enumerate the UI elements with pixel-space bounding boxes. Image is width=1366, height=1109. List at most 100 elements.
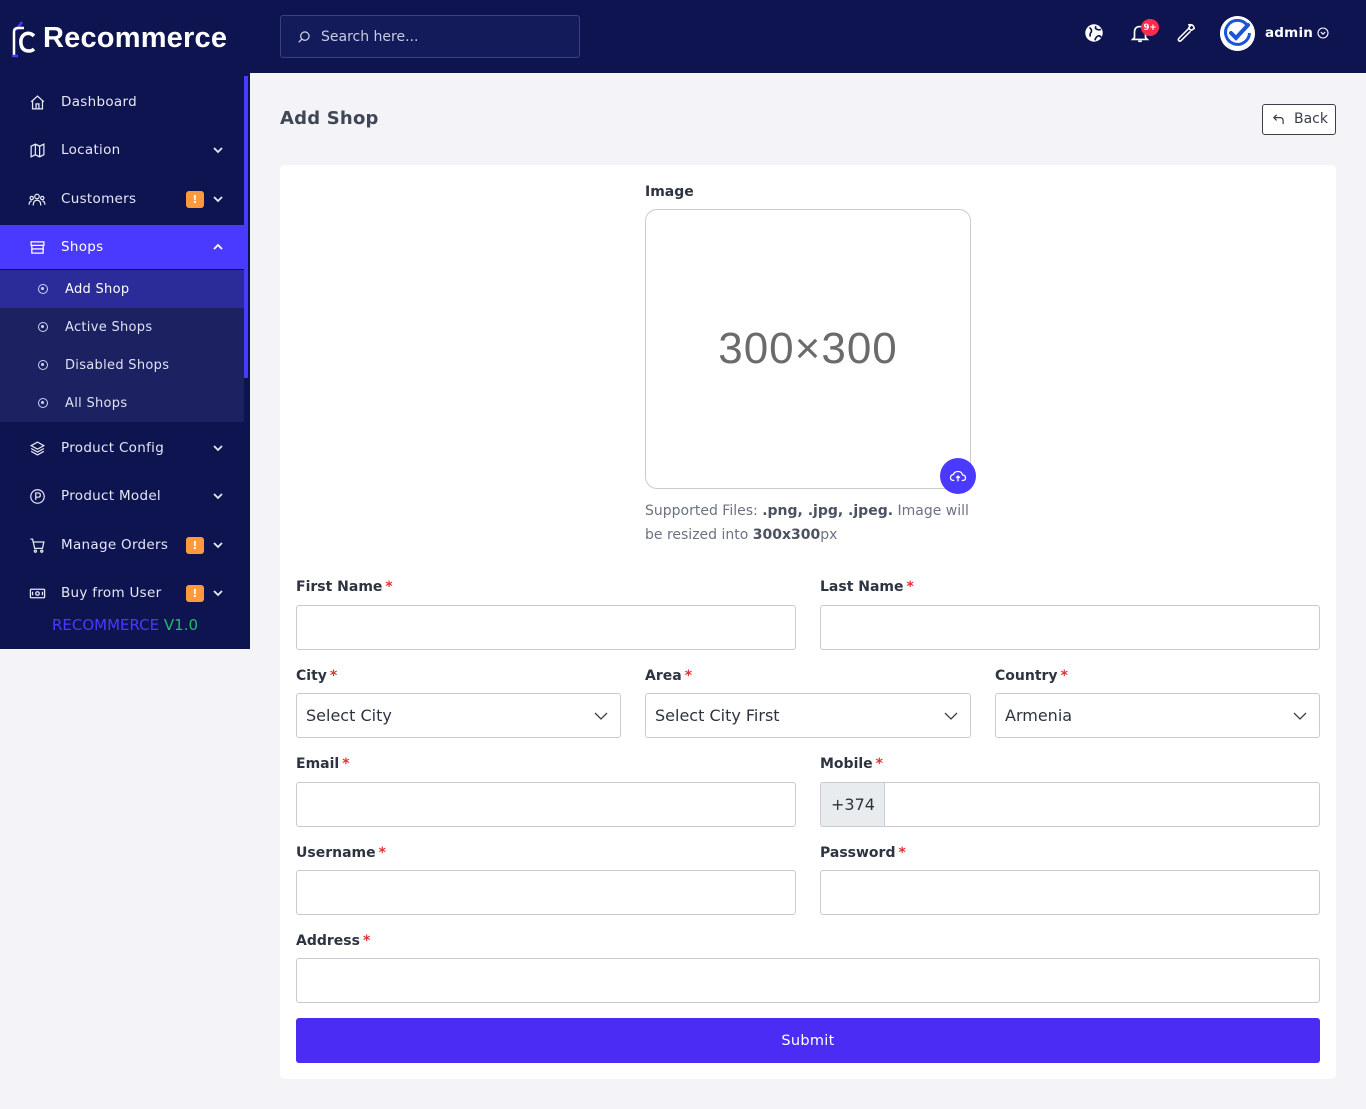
password-input[interactable] xyxy=(820,870,1320,915)
wrench-icon[interactable] xyxy=(1175,22,1197,44)
version-name: RECOMMERCE xyxy=(51,616,160,634)
sidebar-item-customers[interactable]: Customers ! xyxy=(0,177,244,221)
image-label: Image xyxy=(645,184,694,200)
avatar[interactable] xyxy=(1220,16,1255,51)
chevron-down-icon xyxy=(213,590,223,597)
search-box[interactable] xyxy=(280,15,580,58)
chevron-down-icon xyxy=(213,493,223,500)
sidebar-item-label: Product Model xyxy=(61,488,161,504)
submenu-item-label: Active Shops xyxy=(65,319,153,335)
mobile-label: Mobile * xyxy=(820,756,883,772)
back-button-label: Back xyxy=(1294,111,1328,127)
cloud-upload-icon xyxy=(949,470,967,482)
search-input[interactable] xyxy=(321,16,571,57)
sidebar: Recommerce Dashboard Location Customers … xyxy=(0,0,250,649)
sidebar-item-shops[interactable]: Shops xyxy=(0,225,244,269)
image-preview[interactable]: 300×300 xyxy=(645,209,971,489)
image-placeholder-text: 300×300 xyxy=(718,324,898,373)
alert-badge: ! xyxy=(186,584,204,602)
circle-dot-icon xyxy=(38,322,48,332)
map-icon xyxy=(28,141,46,159)
user-name[interactable]: admin xyxy=(1265,25,1313,41)
country-select[interactable]: Armenia xyxy=(995,693,1320,738)
chevron-down-icon xyxy=(213,196,223,203)
sidebar-item-label: Buy from User xyxy=(61,585,162,601)
alert-badge: ! xyxy=(186,190,204,208)
logo-mark-icon xyxy=(10,20,38,58)
last-name-label: Last Name * xyxy=(820,579,914,595)
password-label: Password * xyxy=(820,845,906,861)
supported-files-note: Supported Files: .png, .jpg, .jpeg. Imag… xyxy=(645,503,969,543)
app-version: RECOMMERCE V1.0 xyxy=(0,616,250,634)
circle-dot-icon xyxy=(38,398,48,408)
sidebar-item-label: Location xyxy=(61,142,121,158)
back-button[interactable]: Back xyxy=(1262,104,1336,135)
shops-submenu: Add Shop Active Shops Disabled Shops All… xyxy=(0,270,244,422)
notification-badge: 9+ xyxy=(1141,19,1159,36)
sidebar-item-label: Customers xyxy=(61,191,137,207)
submenu-item-label: All Shops xyxy=(65,395,128,411)
sidebar-item-product-model[interactable]: Product Model xyxy=(0,474,244,518)
chevron-down-circle-icon[interactable] xyxy=(1317,27,1329,39)
image-upload-button[interactable] xyxy=(940,458,976,494)
home-icon xyxy=(28,93,46,111)
mobile-country-code: +374 xyxy=(820,782,885,827)
sidebar-item-location[interactable]: Location xyxy=(0,128,244,172)
sidebar-item-label: Dashboard xyxy=(61,94,137,110)
first-name-input[interactable] xyxy=(296,605,796,650)
sidebar-item-manage-orders[interactable]: Manage Orders ! xyxy=(0,523,244,567)
country-label: Country * xyxy=(995,668,1068,684)
p-circle-icon xyxy=(28,487,46,505)
circle-dot-icon xyxy=(38,360,48,370)
address-input[interactable] xyxy=(296,958,1320,1003)
chevron-down-icon xyxy=(1293,712,1307,720)
area-select[interactable]: Select City First xyxy=(645,693,971,738)
cash-icon xyxy=(28,584,46,602)
back-arrow-icon xyxy=(1273,114,1284,125)
submenu-item-active-shops[interactable]: Active Shops xyxy=(0,308,244,346)
last-name-input[interactable] xyxy=(820,605,1320,650)
username-input[interactable] xyxy=(296,870,796,915)
search-icon xyxy=(298,31,310,43)
city-select[interactable]: Select City xyxy=(296,693,621,738)
sidebar-item-label: Shops xyxy=(61,239,104,255)
email-label: Email * xyxy=(296,756,350,772)
sidebar-item-dashboard[interactable]: Dashboard xyxy=(0,80,244,124)
globe-icon[interactable] xyxy=(1083,22,1105,44)
country-select-value: Armenia xyxy=(1005,706,1073,725)
chevron-down-icon xyxy=(594,712,608,720)
circle-dot-icon xyxy=(38,284,48,294)
sidebar-item-label: Product Config xyxy=(61,440,165,456)
area-select-value: Select City First xyxy=(655,706,780,725)
chevron-down-icon xyxy=(213,445,223,452)
sidebar-scrollbar[interactable] xyxy=(244,76,248,378)
username-label: Username * xyxy=(296,845,386,861)
first-name-label: First Name * xyxy=(296,579,393,595)
sidebar-item-label: Manage Orders xyxy=(61,537,169,553)
submenu-item-disabled-shops[interactable]: Disabled Shops xyxy=(0,346,244,384)
submenu-item-label: Disabled Shops xyxy=(65,357,170,373)
submit-button[interactable]: Submit xyxy=(296,1018,1320,1063)
chevron-down-icon xyxy=(944,712,958,720)
submenu-item-all-shops[interactable]: All Shops xyxy=(0,384,244,422)
mobile-input[interactable] xyxy=(884,782,1320,827)
submenu-item-add-shop[interactable]: Add Shop xyxy=(0,270,244,308)
chevron-up-icon xyxy=(213,243,223,250)
submenu-item-label: Add Shop xyxy=(65,281,130,297)
sidebar-item-buy-from-user[interactable]: Buy from User ! xyxy=(0,571,244,615)
cart-icon xyxy=(28,536,46,554)
city-select-value: Select City xyxy=(306,706,392,725)
brand-logo[interactable]: Recommerce xyxy=(10,18,227,58)
top-header: 9+ admin xyxy=(250,0,1366,73)
page-title: Add Shop xyxy=(280,108,379,129)
users-icon xyxy=(28,190,46,208)
layers-icon xyxy=(28,439,46,457)
city-label: City * xyxy=(296,668,338,684)
email-input[interactable] xyxy=(296,782,796,827)
chevron-down-icon xyxy=(213,542,223,549)
sidebar-item-product-config[interactable]: Product Config xyxy=(0,426,244,470)
area-label: Area * xyxy=(645,668,693,684)
address-label: Address * xyxy=(296,933,371,949)
version-number: V1.0 xyxy=(163,616,199,634)
brand-name: Recommerce xyxy=(43,21,228,54)
